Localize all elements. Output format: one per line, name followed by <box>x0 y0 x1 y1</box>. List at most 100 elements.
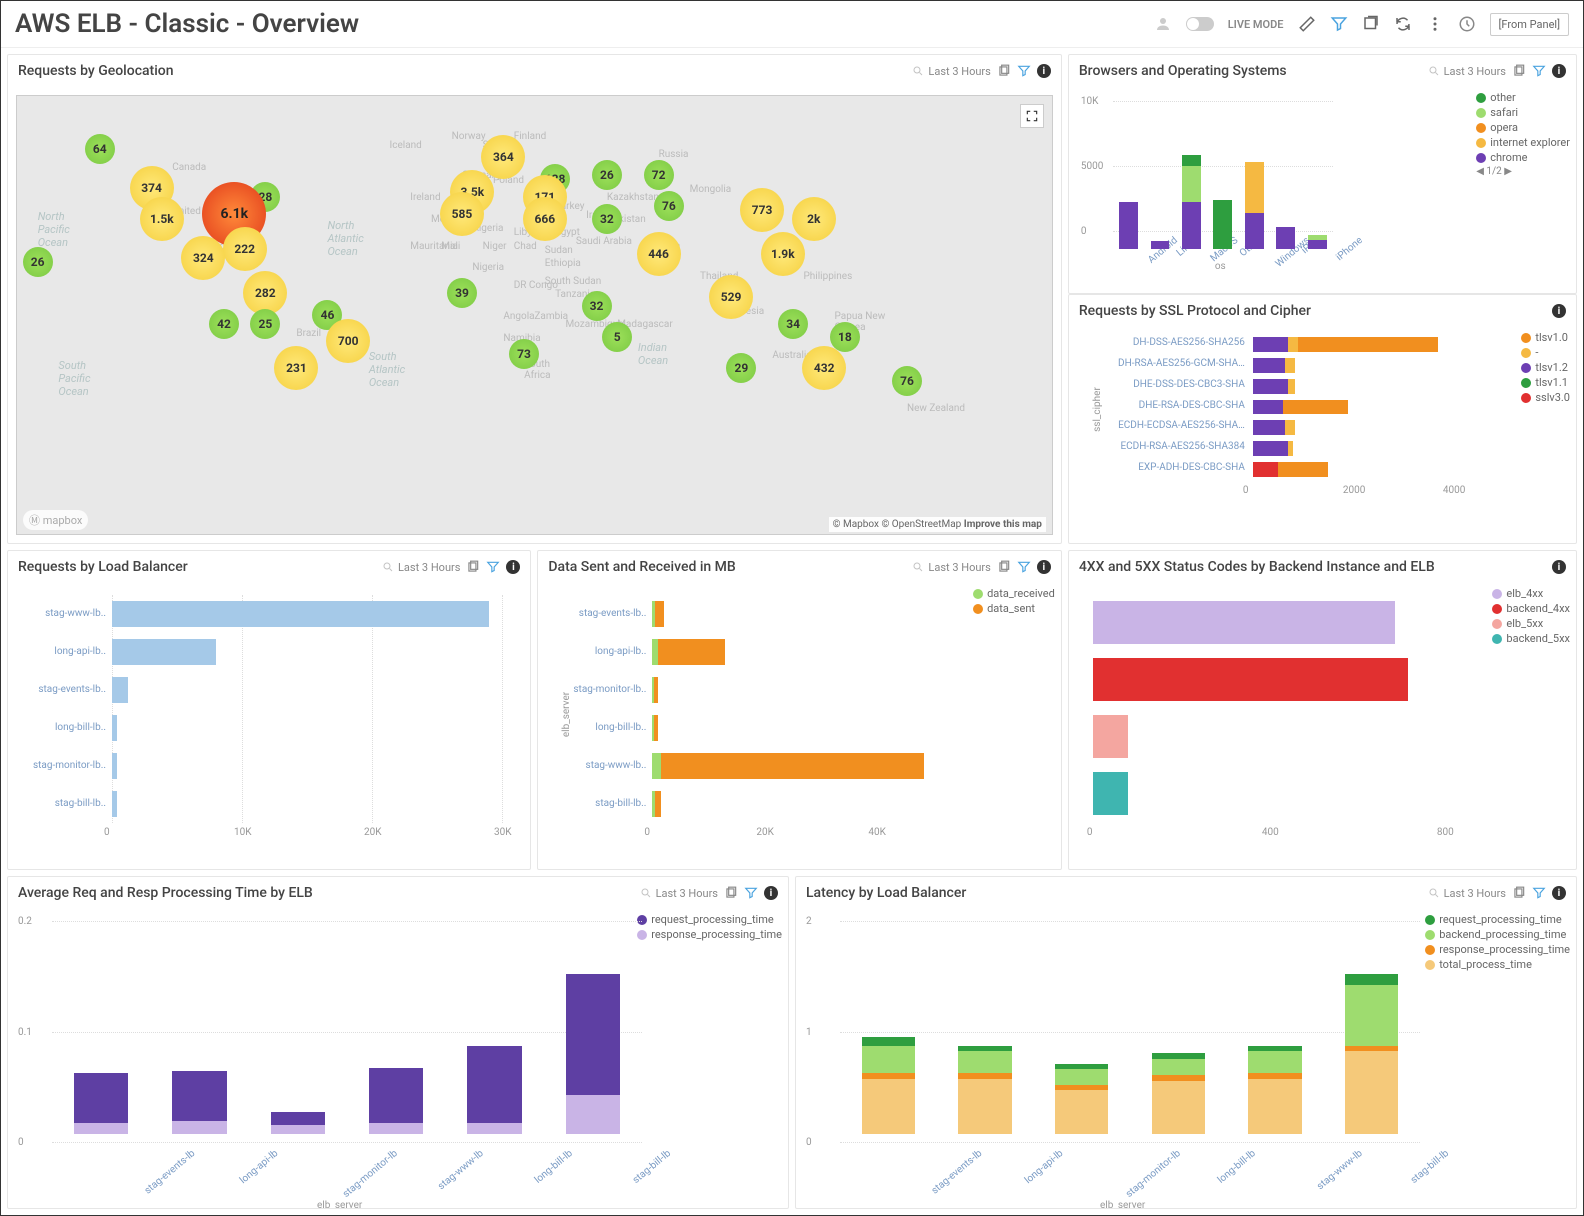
copy-icon[interactable] <box>1512 886 1526 900</box>
magnify-icon[interactable] <box>912 561 924 573</box>
magnify-icon[interactable] <box>912 65 924 77</box>
ocean-label: NorthPacificOcean <box>38 210 70 249</box>
geo-bubble[interactable]: 76 <box>892 366 922 396</box>
map-attribution: © Mapbox © OpenStreetMap Improve this ma… <box>829 517 1046 532</box>
copy-icon[interactable] <box>997 560 1011 574</box>
share-icon[interactable] <box>1362 15 1380 33</box>
geo-bubble[interactable]: 72 <box>644 160 674 190</box>
clock-icon[interactable] <box>1458 15 1476 33</box>
info-icon[interactable]: i <box>1037 560 1051 574</box>
info-icon[interactable]: i <box>1552 886 1566 900</box>
copy-icon[interactable] <box>724 886 738 900</box>
geo-bubble[interactable]: 364 <box>481 135 525 179</box>
geo-bubble[interactable]: 73 <box>509 339 539 369</box>
geo-bubble[interactable]: 18 <box>830 322 860 352</box>
filter-icon[interactable] <box>1532 64 1546 78</box>
ocean-label: SouthPacificOcean <box>58 359 90 398</box>
data-mb-chart[interactable]: data_receiveddata_sent020K40Kstag-events… <box>542 587 1056 865</box>
browsers-panel: Browsers and Operating Systems Last 3 Ho… <box>1068 54 1577 294</box>
mapbox-logo: Ⓜ mapbox <box>23 510 88 530</box>
edit-icon[interactable] <box>1298 15 1316 33</box>
geo-map[interactable]: NorthAtlanticOcean SouthAtlanticOcean In… <box>16 95 1053 535</box>
geo-bubble[interactable]: 32 <box>582 291 612 321</box>
geo-bubble[interactable]: 25 <box>250 309 280 339</box>
geo-bubble[interactable]: 585 <box>440 192 484 236</box>
req-lb-panel: Requests by Load Balancer Last 3 Hours i… <box>7 550 531 870</box>
magnify-icon[interactable] <box>640 887 652 899</box>
info-icon[interactable]: i <box>1552 64 1566 78</box>
geo-bubble[interactable]: 2k <box>792 197 836 241</box>
geo-bubble[interactable]: 29 <box>726 353 756 383</box>
info-icon[interactable]: i <box>506 560 520 574</box>
geo-bubble[interactable]: 446 <box>637 232 681 276</box>
ssl-chart[interactable]: tlsv1.0-tlsv1.2tlsv1.1sslv3.0020004000DH… <box>1073 331 1572 539</box>
info-icon[interactable]: i <box>1552 304 1566 318</box>
errcodes-chart[interactable]: elb_4xxbackend_4xxelb_5xxbackend_5xx0400… <box>1073 587 1572 865</box>
geo-bubble[interactable]: 5 <box>602 322 632 352</box>
magnify-icon[interactable] <box>1428 65 1440 77</box>
geo-bubble[interactable]: 76 <box>654 191 684 221</box>
copy-icon[interactable] <box>1512 64 1526 78</box>
geo-bubble[interactable]: 34 <box>778 309 808 339</box>
magnify-icon[interactable] <box>382 561 394 573</box>
errcodes-panel: 4XX and 5XX Status Codes by Backend Inst… <box>1068 550 1577 870</box>
time-range: Last 3 Hours <box>928 65 990 78</box>
geo-panel: Requests by Geolocation Last 3 Hours i N… <box>7 54 1062 544</box>
filter-icon[interactable] <box>1330 15 1348 33</box>
browsers-chart[interactable]: othersafarioperainternet explorerchrome◀… <box>1073 91 1572 289</box>
geo-bubble[interactable]: 1.5k <box>140 197 184 241</box>
ocean-label: IndianOcean <box>638 341 668 367</box>
data-mb-title: Data Sent and Received in MB <box>548 559 908 575</box>
geo-bubble[interactable]: 700 <box>326 319 370 363</box>
geo-bubble[interactable]: 42 <box>209 309 239 339</box>
geo-bubble[interactable]: 39 <box>447 278 477 308</box>
filter-icon[interactable] <box>1532 886 1546 900</box>
copy-icon[interactable] <box>997 64 1011 78</box>
fullscreen-icon[interactable] <box>1020 104 1044 128</box>
filter-icon[interactable] <box>486 560 500 574</box>
user-icon <box>1154 15 1172 33</box>
info-icon[interactable]: i <box>1552 560 1566 574</box>
geo-bubble[interactable]: 773 <box>740 188 784 232</box>
avg-title: Average Req and Resp Processing Time by … <box>18 885 636 901</box>
ocean-label: SouthAtlanticOcean <box>369 350 405 389</box>
data-mb-panel: Data Sent and Received in MB Last 3 Hour… <box>537 550 1061 870</box>
live-mode-label: LIVE MODE <box>1228 18 1284 31</box>
page-title: AWS ELB - Classic - Overview <box>15 9 1154 39</box>
geo-bubble[interactable]: 222 <box>223 227 267 271</box>
geo-bubble[interactable]: 32 <box>592 204 622 234</box>
latency-chart[interactable]: request_processing_timebackend_processin… <box>800 913 1572 1204</box>
avg-panel: Average Req and Resp Processing Time by … <box>7 876 789 1209</box>
info-icon[interactable]: i <box>764 886 778 900</box>
geo-bubble[interactable]: 64 <box>85 134 115 164</box>
geo-bubble[interactable]: 231 <box>274 346 318 390</box>
live-mode-toggle[interactable] <box>1186 17 1214 31</box>
req-lb-chart[interactable]: 010K20K30Kstag-www-lb..long-api-lb..stag… <box>12 587 526 865</box>
filter-icon[interactable] <box>1017 560 1031 574</box>
filter-icon[interactable] <box>1017 64 1031 78</box>
avg-chart[interactable]: request_processing_timeresponse_processi… <box>12 913 784 1204</box>
geo-bubble[interactable]: 666 <box>523 197 567 241</box>
geo-bubble[interactable]: 324 <box>181 236 225 280</box>
geo-bubble[interactable]: 26 <box>592 160 622 190</box>
more-icon[interactable] <box>1426 15 1444 33</box>
magnify-icon[interactable] <box>1428 887 1440 899</box>
geo-bubble[interactable]: 432 <box>802 346 846 390</box>
geo-bubble[interactable]: 26 <box>23 247 53 277</box>
errcodes-title: 4XX and 5XX Status Codes by Backend Inst… <box>1079 559 1548 575</box>
info-icon[interactable]: i <box>1037 64 1051 78</box>
browsers-title: Browsers and Operating Systems <box>1079 63 1424 79</box>
geo-bubble[interactable]: 1.9k <box>761 232 805 276</box>
refresh-icon[interactable] <box>1394 15 1412 33</box>
req-lb-title: Requests by Load Balancer <box>18 559 378 575</box>
geo-panel-title: Requests by Geolocation <box>18 63 908 79</box>
latency-title: Latency by Load Balancer <box>806 885 1424 901</box>
dashboard-header: AWS ELB - Classic - Overview LIVE MODE [… <box>1 1 1583 48</box>
filter-icon[interactable] <box>744 886 758 900</box>
geo-bubble[interactable]: 529 <box>709 275 753 319</box>
ssl-panel: Requests by SSL Protocol and Cipher i tl… <box>1068 294 1577 544</box>
time-from-panel[interactable]: [From Panel] <box>1490 13 1570 36</box>
latency-panel: Latency by Load Balancer Last 3 Hours i … <box>795 876 1577 1209</box>
ssl-title: Requests by SSL Protocol and Cipher <box>1079 303 1548 319</box>
copy-icon[interactable] <box>466 560 480 574</box>
